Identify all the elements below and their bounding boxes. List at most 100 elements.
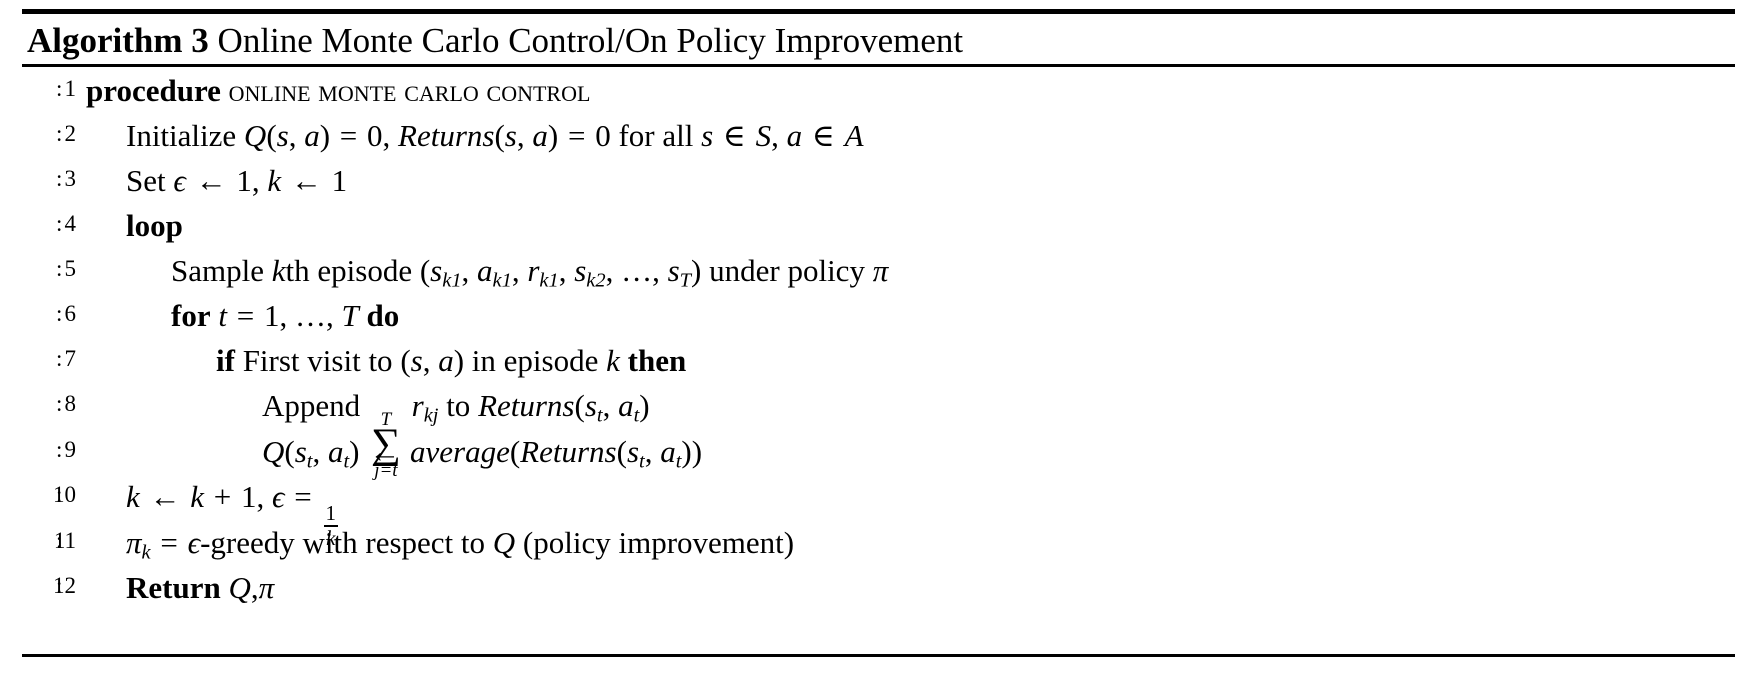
- math-A: A: [844, 118, 864, 153]
- math-equals: =: [236, 298, 255, 333]
- procedure-name: Online Monte Carlo Control: [228, 73, 591, 108]
- words-first-visit-to: First visit to: [242, 343, 393, 378]
- words-greedy-wrt: -greedy with respect to: [200, 525, 486, 560]
- code-line: 1: procedure Online Monte Carlo Control: [0, 68, 1750, 113]
- algorithm-body: 1: procedure Online Monte Carlo Control …: [0, 68, 1750, 610]
- math-t: t: [218, 298, 227, 333]
- subscript-k2: k2: [586, 269, 606, 292]
- math-epsilon: ϵ: [187, 525, 201, 560]
- math-s: s: [410, 343, 423, 378]
- math-zero: 0: [595, 118, 611, 153]
- line-content: Return Q,π: [126, 570, 275, 605]
- math-gets: ←: [149, 479, 181, 514]
- math-s: s: [626, 434, 640, 469]
- math-a: a: [327, 434, 344, 469]
- words-for-all: for all: [618, 118, 694, 153]
- code-line: 5: Sample kth episode (sk1, ak1, rk1, sk…: [0, 248, 1750, 293]
- line-content: Q(st, at) ← average(Returns(st, at)): [262, 434, 703, 473]
- rule-bottom: [22, 654, 1735, 657]
- subscript-T: T: [679, 269, 692, 292]
- math-epsilon: ϵ: [272, 479, 285, 514]
- algorithm-block: Algorithm 3 Online Monte Carlo Control/O…: [0, 0, 1750, 688]
- math-one: 1: [263, 298, 280, 333]
- line-number-colon: :: [56, 528, 63, 553]
- line-number-colon: :: [56, 391, 63, 416]
- line-content: procedure Online Monte Carlo Control: [86, 68, 590, 113]
- algorithm-label: Algorithm: [27, 21, 183, 60]
- math-gets: ←: [195, 163, 227, 198]
- math-s: s: [504, 118, 517, 153]
- line-number-colon: :: [56, 256, 63, 281]
- math-ellipsis: …: [294, 298, 326, 333]
- math-a: a: [618, 388, 634, 423]
- math-a: a: [786, 118, 803, 153]
- words-in-episode: in episode: [471, 343, 599, 378]
- code-line: 4: loop: [0, 203, 1750, 248]
- math-epsilon: ϵ: [173, 163, 186, 198]
- math-Q: Q: [243, 118, 267, 153]
- math-Returns: Returns: [520, 434, 617, 469]
- line-content: for t = 1, …, T do: [171, 298, 400, 333]
- line-number-colon: :: [56, 437, 63, 462]
- math-s: s: [574, 253, 587, 288]
- line-content: Initialize Q(s, a) = 0, Returns(s, a) = …: [126, 118, 864, 153]
- math-s: s: [294, 434, 307, 469]
- math-s: s: [584, 388, 597, 423]
- math-one: 1: [236, 163, 252, 198]
- word-sample: Sample: [171, 253, 264, 288]
- math-equals: =: [294, 479, 312, 514]
- math-k: k: [267, 163, 282, 198]
- math-plus: +: [213, 479, 232, 514]
- line-content: if First visit to (s, a) in episode k th…: [216, 343, 687, 378]
- line-number-colon: :: [56, 76, 63, 101]
- math-pi: π: [126, 525, 142, 560]
- line-content: loop: [126, 203, 183, 248]
- math-Returns: Returns: [478, 388, 575, 423]
- subscript-kj: kj: [423, 404, 439, 427]
- math-S: S: [755, 118, 772, 153]
- math-s: s: [276, 118, 289, 153]
- math-element-of: ∈: [811, 118, 835, 153]
- math-s: s: [667, 253, 680, 288]
- subscript-k1: k1: [492, 269, 512, 292]
- line-content: Set ϵ ← 1, k ← 1: [126, 163, 348, 198]
- word-set: Set: [126, 163, 166, 198]
- math-r: r: [411, 388, 424, 423]
- math-Q: Q: [492, 525, 516, 560]
- keyword-then: then: [627, 343, 687, 378]
- math-element-of: ∈: [722, 118, 746, 153]
- line-number-colon: :: [56, 346, 63, 371]
- subscript-k: k: [141, 541, 151, 564]
- math-equals: =: [160, 525, 178, 560]
- rule-under-title: [22, 64, 1735, 67]
- math-a: a: [304, 118, 320, 153]
- math-T: T: [341, 298, 359, 333]
- math-r: r: [527, 253, 540, 288]
- subscript-k1: k1: [442, 269, 462, 292]
- keyword-do: do: [366, 298, 400, 333]
- algorithm-name: Online Monte Carlo Control/On Policy Imp…: [217, 21, 964, 60]
- math-pi: π: [258, 570, 275, 605]
- math-k: k: [190, 479, 205, 514]
- math-k: k: [271, 253, 286, 288]
- rule-top: [22, 9, 1735, 14]
- math-a: a: [477, 253, 493, 288]
- suffix-th: th: [285, 253, 310, 288]
- keyword-for: for: [171, 298, 211, 333]
- algorithm-title: Algorithm 3 Online Monte Carlo Control/O…: [27, 19, 963, 63]
- math-s: s: [430, 253, 443, 288]
- code-line: 8: Append T ∑ j=t rkj to Returns(st, at): [0, 383, 1750, 480]
- math-a: a: [660, 434, 676, 469]
- algorithm-number: 3: [191, 21, 209, 60]
- math-zero: 0: [367, 118, 383, 153]
- math-ellipsis: …: [621, 253, 653, 288]
- line-number-colon: :: [56, 482, 63, 507]
- math-k: k: [606, 343, 620, 378]
- code-line: 10: k ← k + 1, ϵ = 1k: [0, 474, 1750, 549]
- line-number-colon: :: [56, 211, 63, 236]
- math-equals: =: [339, 118, 358, 153]
- code-line: 12: Return Q,π: [0, 565, 1750, 610]
- keyword-procedure: procedure: [86, 73, 221, 108]
- math-average: average: [410, 434, 510, 469]
- keyword-loop: loop: [126, 208, 183, 243]
